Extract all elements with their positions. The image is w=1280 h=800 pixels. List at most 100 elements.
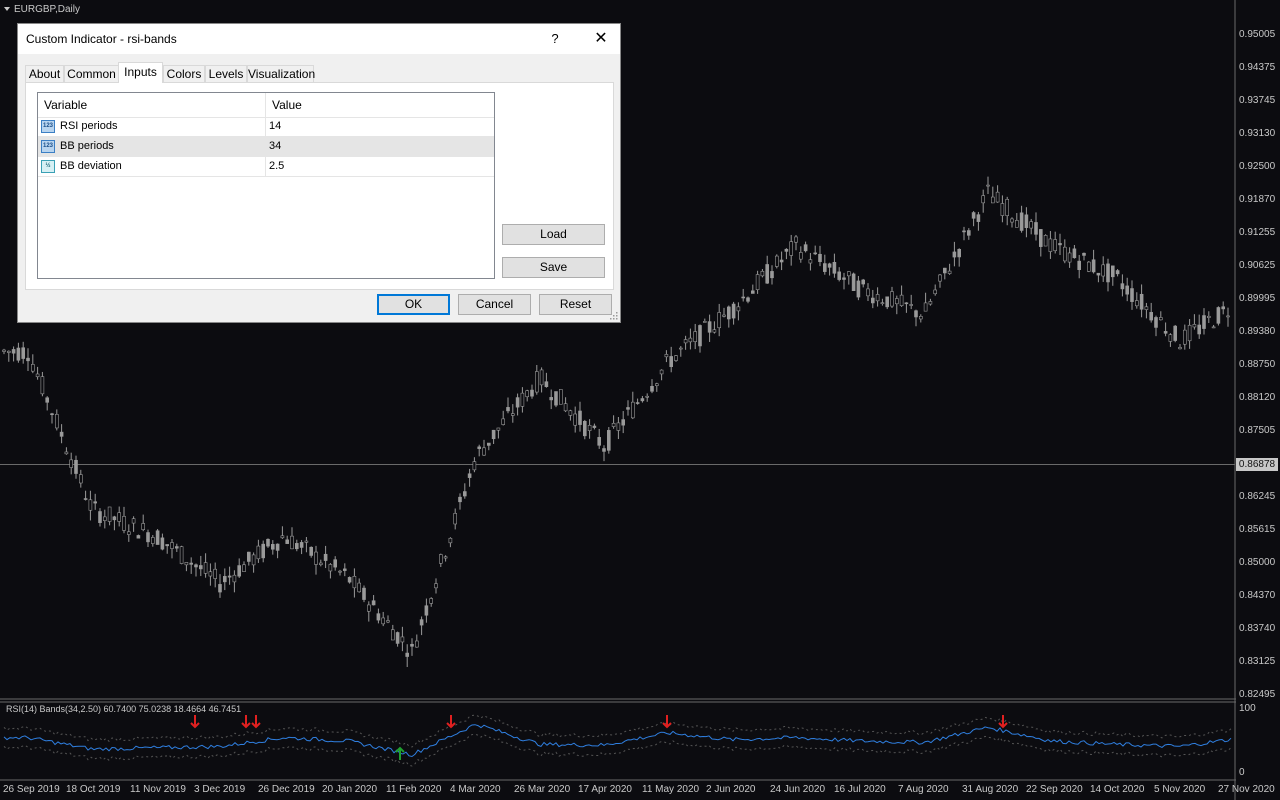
candle-body	[443, 556, 448, 559]
candle-body	[175, 546, 179, 549]
candle-body	[1130, 288, 1134, 302]
candle-body	[357, 582, 362, 593]
candle-body	[410, 643, 414, 647]
tab-colors[interactable]: Colors	[163, 65, 205, 82]
candle-body	[477, 446, 482, 449]
candle-body	[482, 447, 486, 456]
candle-body	[1120, 283, 1125, 290]
candle-body	[112, 516, 117, 521]
candle-body	[1187, 324, 1192, 342]
help-button[interactable]: ?	[540, 29, 570, 49]
candle-body	[587, 424, 592, 431]
column-value[interactable]: Value	[272, 98, 302, 112]
tab-levels[interactable]: Levels	[205, 65, 247, 82]
candle-body	[165, 544, 169, 547]
rsi-lower-band	[3, 733, 1232, 767]
candle-body	[842, 277, 846, 280]
candle-body	[333, 559, 338, 568]
param-value[interactable]: 2.5	[269, 160, 284, 172]
price-label: 0.89380	[1239, 326, 1276, 337]
candle-body	[1154, 317, 1158, 328]
price-label: 0.93130	[1239, 128, 1276, 139]
sell-signal-arrow	[241, 715, 251, 729]
price-label: 0.93745	[1239, 95, 1276, 106]
cancel-button[interactable]: Cancel	[458, 294, 531, 315]
candle-body	[424, 605, 429, 616]
candle-body	[69, 459, 73, 468]
candle-body	[390, 629, 395, 641]
candle-body	[765, 264, 770, 284]
candle-body	[880, 302, 885, 304]
price-label: 0.87505	[1239, 425, 1276, 436]
dialog-titlebar[interactable]: Custom Indicator - rsi-bands ? ✕	[18, 24, 620, 54]
save-button[interactable]: Save	[502, 257, 605, 278]
candle-body	[702, 321, 707, 323]
candle-body	[400, 636, 405, 643]
candle-body	[472, 461, 477, 471]
candle-body	[1135, 300, 1139, 307]
candle-body	[270, 544, 275, 550]
candle-body	[1168, 334, 1173, 342]
date-label: 5 Nov 2020	[1154, 784, 1206, 795]
candle-body	[1207, 315, 1211, 318]
candle-body	[674, 355, 678, 361]
candle-body	[875, 294, 880, 302]
candle-body	[866, 288, 870, 297]
candle-body	[683, 339, 688, 344]
candle-body	[1111, 265, 1115, 278]
close-icon[interactable]: ✕	[584, 27, 618, 51]
candle-body	[131, 518, 136, 524]
param-row-rsi-periods[interactable]: 123 RSI periods 14	[38, 117, 494, 137]
candle-body	[299, 542, 304, 548]
load-button[interactable]: Load	[502, 224, 605, 245]
candle-body	[371, 600, 376, 606]
candle-body	[213, 568, 217, 579]
candle-body	[760, 270, 765, 277]
candle-body	[45, 397, 50, 403]
ok-button[interactable]: OK	[377, 294, 450, 315]
param-value[interactable]: 34	[269, 140, 281, 152]
date-label: 27 Nov 2020	[1218, 784, 1275, 795]
candle-body	[1087, 261, 1091, 272]
candle-body	[1091, 259, 1096, 273]
candle-body	[1192, 324, 1197, 328]
candle-body	[256, 545, 261, 560]
candle-body	[64, 451, 69, 455]
resize-grip-icon[interactable]	[610, 312, 618, 320]
date-label: 11 Feb 2020	[386, 784, 442, 795]
candle-body	[1063, 246, 1067, 262]
integer-icon: 123	[41, 140, 55, 153]
date-label: 24 Jun 2020	[770, 784, 826, 795]
tab-common[interactable]: Common	[64, 65, 119, 82]
candle-body	[755, 274, 760, 290]
param-value[interactable]: 14	[269, 120, 281, 132]
candle-body	[1226, 315, 1230, 318]
reset-button[interactable]: Reset	[539, 294, 612, 315]
chart-symbol-title[interactable]: EURGBP,Daily	[4, 4, 80, 15]
candle-body	[170, 542, 174, 549]
tab-inputs[interactable]: Inputs	[118, 62, 163, 83]
candle-body	[861, 279, 866, 285]
column-variable[interactable]: Variable	[44, 98, 87, 112]
candle-body	[429, 598, 434, 604]
param-row-bb-periods[interactable]: 123 BB periods 34	[38, 137, 494, 157]
candle-body	[923, 302, 928, 312]
candle-body	[794, 236, 798, 243]
candle-body	[630, 401, 635, 419]
candle-body	[818, 253, 822, 262]
param-row-bb-deviation[interactable]: ½ BB deviation 2.5	[38, 157, 494, 177]
tab-about[interactable]: About	[25, 65, 64, 82]
candle-body	[242, 564, 246, 572]
price-label: 0.94375	[1239, 62, 1276, 73]
candle-body	[1024, 214, 1029, 229]
candle-body	[736, 306, 741, 312]
integer-icon: 123	[41, 120, 55, 133]
candle-body	[578, 410, 582, 425]
tab-visualization[interactable]: Visualization	[247, 65, 315, 82]
candle-body	[726, 306, 731, 320]
candle-body	[525, 390, 530, 398]
date-label: 7 Aug 2020	[898, 784, 949, 795]
candle-body	[995, 191, 1000, 203]
candle-body	[1216, 307, 1221, 324]
candle-body	[654, 383, 659, 386]
